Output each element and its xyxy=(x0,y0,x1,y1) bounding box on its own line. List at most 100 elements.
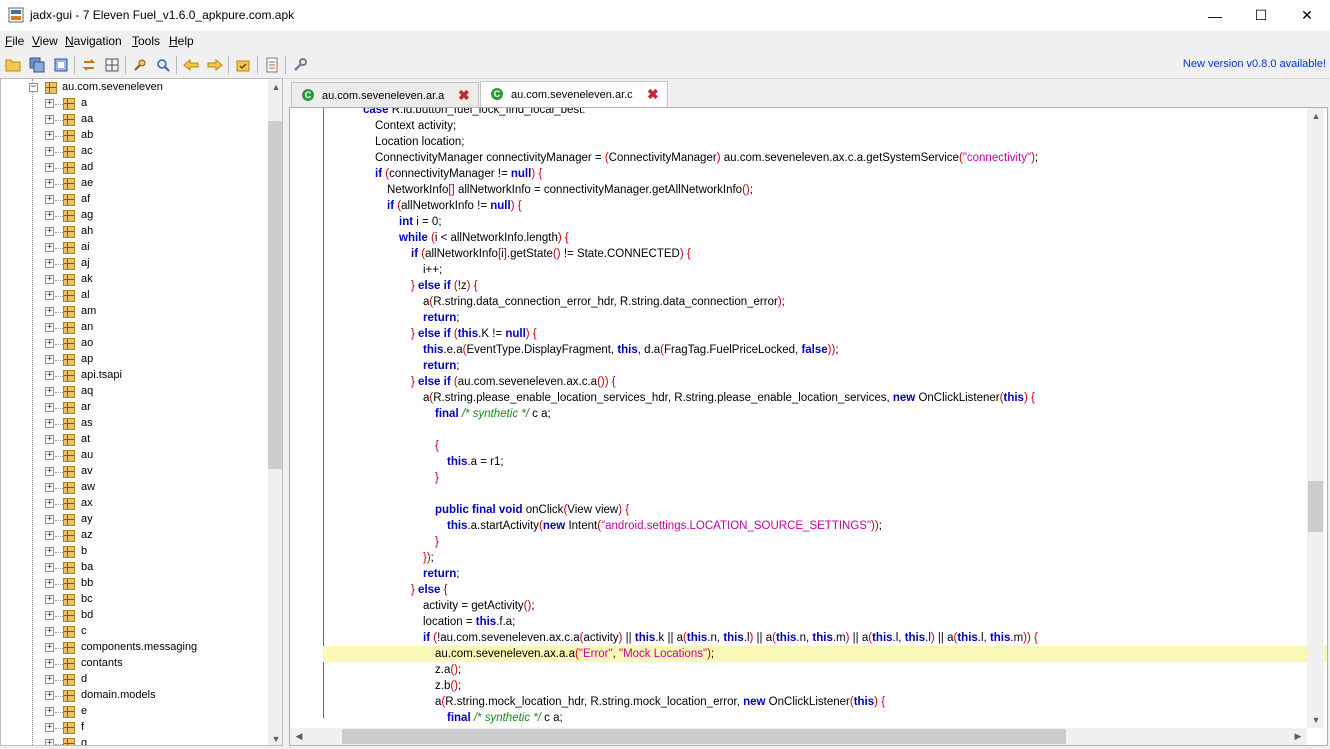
horizontal-scroll-thumb[interactable] xyxy=(342,729,1066,744)
expand-icon[interactable]: + xyxy=(45,659,54,668)
code-horizontal-scrollbar[interactable]: ◀ ▶ xyxy=(290,728,1307,745)
expand-icon[interactable]: + xyxy=(45,131,54,140)
expand-icon[interactable]: + xyxy=(45,595,54,604)
tree-node[interactable]: + ac xyxy=(1,144,269,160)
menu-tools[interactable]: Tools xyxy=(132,34,160,48)
tree-node[interactable]: + ar xyxy=(1,400,269,416)
tree-node[interactable]: + e xyxy=(1,704,269,720)
expand-icon[interactable]: + xyxy=(45,691,54,700)
scroll-right-icon[interactable]: ▶ xyxy=(1290,728,1306,744)
export-icon[interactable] xyxy=(52,56,69,73)
expand-icon[interactable]: + xyxy=(45,579,54,588)
search-icon[interactable] xyxy=(131,56,148,73)
tree-node[interactable]: + av xyxy=(1,464,269,480)
tree-node[interactable]: + ad xyxy=(1,160,269,176)
expand-icon[interactable]: + xyxy=(45,435,54,444)
tree-node[interactable]: + aa xyxy=(1,112,269,128)
tree-node[interactable]: + aj xyxy=(1,256,269,272)
tree-node[interactable]: + al xyxy=(1,288,269,304)
close-window-button[interactable]: ✕ xyxy=(1284,0,1330,31)
expand-icon[interactable]: + xyxy=(45,371,54,380)
tree-node[interactable]: + b xyxy=(1,544,269,560)
expand-icon[interactable]: + xyxy=(45,531,54,540)
tree-node[interactable]: + ag xyxy=(1,208,269,224)
tree-node[interactable]: + am xyxy=(1,304,269,320)
expand-icon[interactable]: + xyxy=(45,291,54,300)
expand-icon[interactable]: + xyxy=(45,643,54,652)
code-view[interactable]: case R.id.button_fuel_lock_find_local_be… xyxy=(289,107,1328,746)
expand-icon[interactable]: + xyxy=(45,707,54,716)
tree-node[interactable]: + aw xyxy=(1,480,269,496)
scroll-up-icon[interactable]: ▲ xyxy=(268,79,282,95)
tree-node[interactable]: + aq xyxy=(1,384,269,400)
tree-node[interactable]: + ba xyxy=(1,560,269,576)
tree-node[interactable]: + ax xyxy=(1,496,269,512)
tab-au-com-seveneleven-ar-c[interactable]: C au.com.seveneleven.ar.c ✖ xyxy=(480,81,668,107)
scroll-down-icon[interactable]: ▼ xyxy=(268,731,282,745)
tree-node[interactable]: + domain.models xyxy=(1,688,269,704)
expand-icon[interactable]: + xyxy=(45,403,54,412)
tree-node[interactable]: + an xyxy=(1,320,269,336)
save-all-icon[interactable] xyxy=(28,56,45,73)
tab-au-com-seveneleven-ar-a[interactable]: C au.com.seveneleven.ar.a ✖ xyxy=(291,82,479,107)
expand-icon[interactable]: + xyxy=(45,179,54,188)
scroll-left-icon[interactable]: ◀ xyxy=(291,728,307,744)
back-icon[interactable] xyxy=(182,56,199,73)
expand-icon[interactable]: + xyxy=(45,115,54,124)
expand-icon[interactable]: + xyxy=(45,739,54,745)
tree-node[interactable]: + f xyxy=(1,720,269,736)
collapse-icon[interactable]: − xyxy=(29,83,38,92)
menu-help[interactable]: Help xyxy=(169,34,194,48)
tree-node[interactable]: + d xyxy=(1,672,269,688)
tree-scroll-thumb[interactable] xyxy=(268,121,282,469)
tree-node[interactable]: + c xyxy=(1,624,269,640)
code-vertical-scrollbar[interactable]: ▲ ▼ xyxy=(1307,108,1324,728)
expand-icon[interactable]: + xyxy=(45,483,54,492)
expand-icon[interactable]: + xyxy=(45,195,54,204)
expand-icon[interactable]: + xyxy=(45,547,54,556)
vertical-scroll-thumb[interactable] xyxy=(1308,481,1323,532)
menu-view[interactable]: View xyxy=(32,34,58,48)
expand-icon[interactable]: + xyxy=(45,147,54,156)
tree-node[interactable]: + ah xyxy=(1,224,269,240)
tree-node[interactable]: + ai xyxy=(1,240,269,256)
maximize-button[interactable]: ☐ xyxy=(1238,0,1284,31)
preferences-icon[interactable] xyxy=(291,56,308,73)
tree-node[interactable]: + az xyxy=(1,528,269,544)
tree-node[interactable]: + at xyxy=(1,432,269,448)
expand-icon[interactable]: + xyxy=(45,355,54,364)
expand-icon[interactable]: + xyxy=(45,563,54,572)
expand-icon[interactable]: + xyxy=(45,627,54,636)
tree-node[interactable]: + as xyxy=(1,416,269,432)
expand-icon[interactable]: + xyxy=(45,611,54,620)
expand-icon[interactable]: + xyxy=(45,675,54,684)
minimize-button[interactable]: — xyxy=(1192,0,1238,31)
tree-node[interactable]: + ao xyxy=(1,336,269,352)
tree-node[interactable]: + au xyxy=(1,448,269,464)
expand-icon[interactable]: + xyxy=(45,467,54,476)
find-icon[interactable] xyxy=(154,56,171,73)
flat-packages-icon[interactable] xyxy=(103,56,120,73)
expand-icon[interactable]: + xyxy=(45,211,54,220)
tree-root-node[interactable]: − au.com.seveneleven xyxy=(1,80,269,96)
expand-icon[interactable]: + xyxy=(45,275,54,284)
tree-node[interactable]: + components.messaging xyxy=(1,640,269,656)
expand-icon[interactable]: + xyxy=(45,99,54,108)
package-tree[interactable]: − au.com.seveneleven + a + aa + ab + ac + ad + ae + a… xyxy=(0,78,283,746)
log-icon[interactable] xyxy=(263,56,280,73)
scroll-up-icon[interactable]: ▲ xyxy=(1308,108,1324,124)
expand-icon[interactable]: + xyxy=(45,419,54,428)
tree-node[interactable]: + a xyxy=(1,96,269,112)
forward-icon[interactable] xyxy=(206,56,223,73)
expand-icon[interactable]: + xyxy=(45,451,54,460)
tree-scrollbar[interactable]: ▲ ▼ xyxy=(268,79,282,745)
expand-icon[interactable]: + xyxy=(45,323,54,332)
tree-node[interactable]: + api.tsapi xyxy=(1,368,269,384)
open-file-icon[interactable] xyxy=(4,56,21,73)
tree-node[interactable]: + ae xyxy=(1,176,269,192)
expand-icon[interactable]: + xyxy=(45,243,54,252)
tree-node[interactable]: + af xyxy=(1,192,269,208)
tree-node[interactable]: + bd xyxy=(1,608,269,624)
menu-navigation[interactable]: Navigation xyxy=(65,34,122,48)
expand-icon[interactable]: + xyxy=(45,259,54,268)
